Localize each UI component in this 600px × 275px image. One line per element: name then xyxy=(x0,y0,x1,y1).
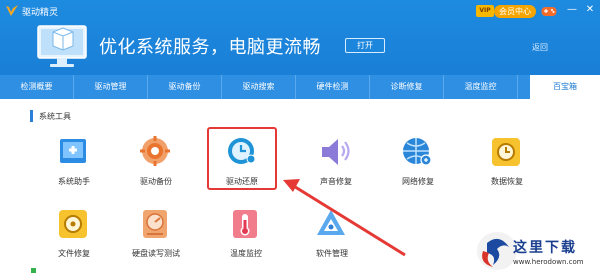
file-repair-icon xyxy=(59,210,87,238)
tab-driver-backup[interactable]: 驱动备份 xyxy=(148,75,222,99)
tool-temperature-monitor[interactable]: 温度监控 xyxy=(216,207,276,267)
tool-label: 系统助手 xyxy=(58,177,90,186)
close-button[interactable]: ✕ xyxy=(584,3,596,17)
minimize-button[interactable]: — xyxy=(566,3,578,17)
disk-test-icon xyxy=(143,210,167,238)
tab-hardware-detect[interactable]: 硬件检测 xyxy=(296,75,370,99)
data-recovery-icon xyxy=(492,138,520,166)
header: 驱动精灵 VIP 会员中心 — ✕ 优化系统服务，电脑更流畅 打开 返回 xyxy=(0,0,600,75)
app-logo-icon xyxy=(6,5,18,16)
watermark-text: 这里下载 xyxy=(513,240,577,256)
tool-label: 数据恢复 xyxy=(491,177,523,186)
title-bar: 驱动精灵 VIP 会员中心 — ✕ xyxy=(0,0,600,22)
tool-label: 驱动备份 xyxy=(140,177,172,186)
status-marker xyxy=(31,268,36,273)
computer-illustration-icon xyxy=(37,25,87,67)
section-title: 系统工具 xyxy=(39,112,71,121)
tool-label: 硬盘读写测试 xyxy=(132,249,180,258)
temperature-monitor-icon xyxy=(233,210,257,238)
app-title: 驱动精灵 xyxy=(22,8,59,18)
tool-system-assistant[interactable]: 系统助手 xyxy=(44,135,104,195)
tool-label: 温度监控 xyxy=(230,249,262,258)
vip-badge: VIP xyxy=(476,5,494,17)
tab-temperature-monitor[interactable]: 温度监控 xyxy=(444,75,518,99)
watermark-url: www.herodown.com xyxy=(513,258,584,266)
tab-detect-summary[interactable]: 检测概要 xyxy=(0,75,74,99)
tool-file-repair[interactable]: 文件修复 xyxy=(44,207,104,267)
driver-restore-icon xyxy=(228,138,256,164)
tab-diagnose-repair[interactable]: 诊断修复 xyxy=(370,75,444,99)
main-nav: 检测概要 驱动管理 驱动备份 驱动搜索 硬件检测 诊断修复 温度监控 百宝箱 xyxy=(0,75,600,99)
sound-repair-icon xyxy=(322,139,350,165)
network-repair-icon xyxy=(403,138,432,166)
slogan: 优化系统服务，电脑更流畅 xyxy=(99,37,321,58)
tool-data-recovery[interactable]: 数据恢复 xyxy=(477,135,537,195)
tool-driver-backup[interactable]: 驱动备份 xyxy=(126,135,186,195)
tab-driver-search[interactable]: 驱动搜索 xyxy=(222,75,296,99)
open-button[interactable]: 打开 xyxy=(345,38,385,53)
section-marker xyxy=(30,110,33,122)
gamepad-icon[interactable] xyxy=(541,5,557,17)
tool-disk-test[interactable]: 硬盘读写测试 xyxy=(126,207,186,267)
tool-driver-restore[interactable]: 驱动还原 xyxy=(212,135,272,195)
tool-software-manager[interactable]: 软件管理 xyxy=(302,207,362,267)
tool-label: 软件管理 xyxy=(316,249,348,258)
tab-driver-management[interactable]: 驱动管理 xyxy=(74,75,148,99)
return-link[interactable]: 返回 xyxy=(532,42,548,53)
tool-sound-repair[interactable]: 声音修复 xyxy=(306,135,366,195)
tool-label: 网络修复 xyxy=(402,177,434,186)
tool-network-repair[interactable]: 网络修复 xyxy=(388,135,448,195)
tool-label: 文件修复 xyxy=(58,249,90,258)
tool-label: 声音修复 xyxy=(320,177,352,186)
tab-toolbox[interactable]: 百宝箱 xyxy=(530,75,600,99)
tool-label: 驱动还原 xyxy=(226,177,258,186)
member-center-button[interactable]: 会员中心 xyxy=(494,5,536,18)
system-assistant-icon xyxy=(60,139,86,163)
software-manager-icon xyxy=(317,210,345,235)
driver-backup-icon xyxy=(140,136,170,166)
